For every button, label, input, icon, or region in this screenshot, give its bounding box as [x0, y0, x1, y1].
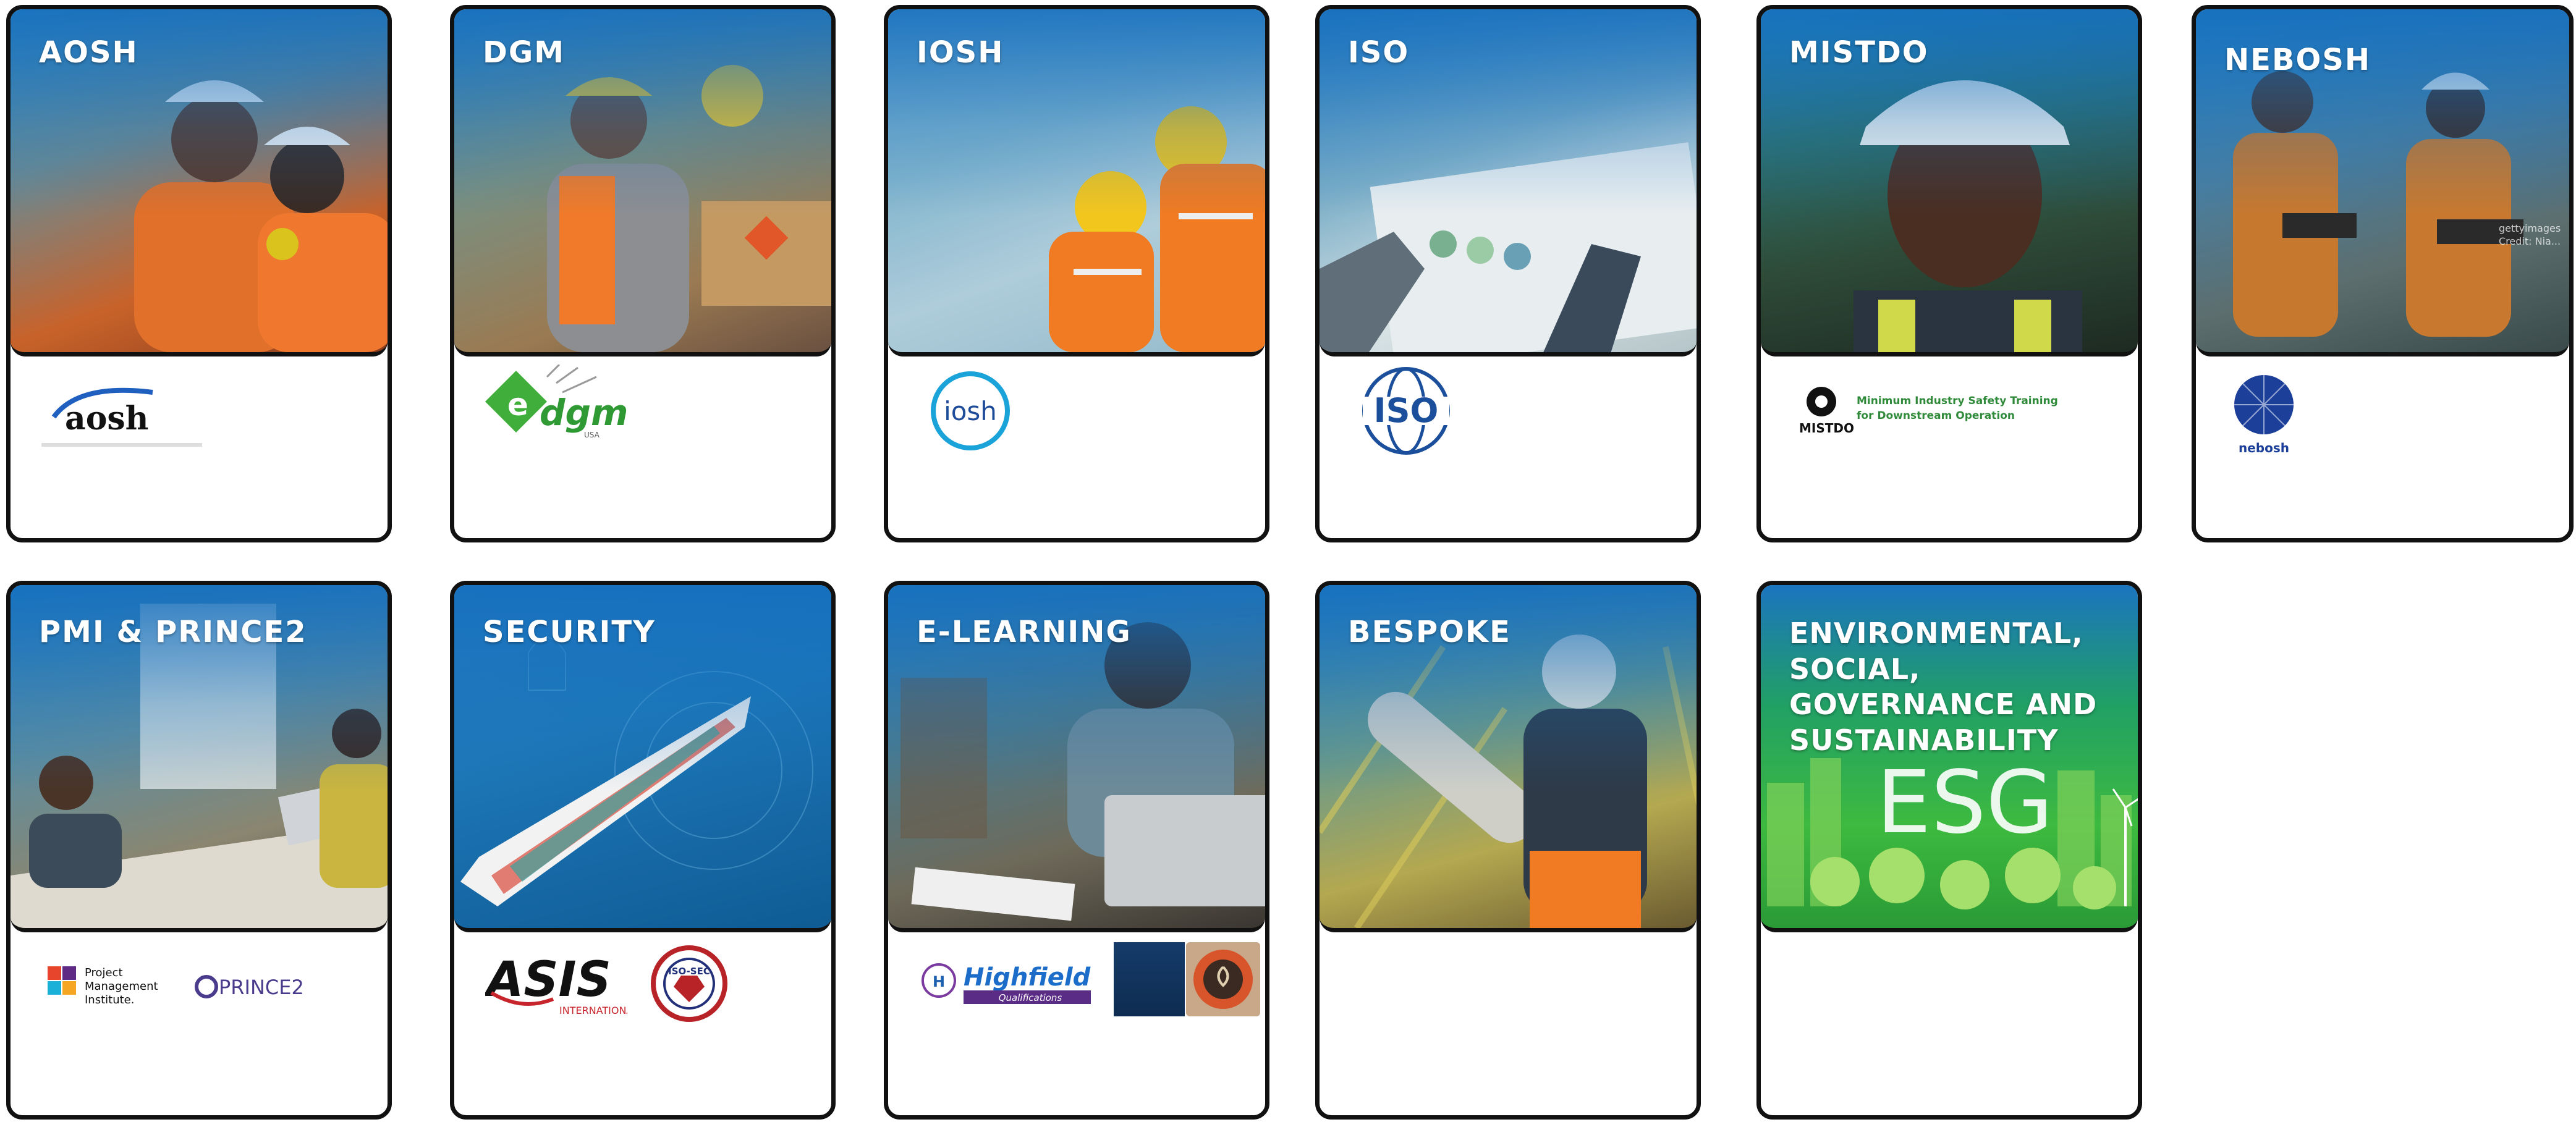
aosh-logo: aosh — [41, 374, 221, 448]
card-title: SECURITY — [483, 615, 656, 649]
card-image-security: SECURITY — [454, 585, 831, 932]
card-title: BESPOKE — [1348, 615, 1511, 649]
card-title: IOSH — [917, 35, 1004, 70]
course-card-bespoke[interactable]: BESPOKE — [1315, 581, 1701, 1120]
celtic-triskele-thumbnail — [1114, 942, 1185, 1016]
course-card-e-learning[interactable]: E-LEARNING H Highfield Qualifications — [884, 581, 1269, 1120]
course-card-pmi-prince2[interactable]: PMI & PRINCE2 Project Management Institu… — [6, 581, 392, 1120]
dgm-logo: e dgm USA — [479, 363, 640, 445]
aosh-logo-text: aosh — [65, 400, 148, 437]
asis-logo-sub: INTERNATIONAL — [559, 1005, 627, 1016]
card-title: MISTDO — [1789, 35, 1929, 70]
highfield-logo-sub: Qualifications — [999, 992, 1062, 1003]
card-image-dgm: DGM — [454, 9, 831, 356]
highfield-logo-text: Highfield — [964, 963, 1091, 992]
mistdo-logo-line2: for Downstream Operation — [1857, 410, 2015, 422]
iso-logo-text: ISO — [1374, 391, 1439, 430]
pmi-logo-line1: Project — [85, 966, 123, 979]
asis-logo: ASIS INTERNATIONAL — [483, 950, 638, 1024]
course-card-iosh[interactable]: IOSH iosh — [884, 5, 1269, 542]
card-image-mistdo: MISTDO — [1761, 9, 2138, 356]
svg-text:e: e — [507, 387, 528, 423]
card-title: NEBOSH — [2224, 43, 2371, 77]
prince2-logo: PRINCE2 — [193, 968, 335, 1005]
card-image-aosh: AOSH — [11, 9, 388, 356]
pmi-logo-line3: Institute. — [85, 993, 134, 1006]
prince2-logo-text: PRINCE2 — [219, 976, 304, 999]
triskele-icon — [1186, 942, 1260, 1016]
pmi-logo: Project Management Institute. — [41, 959, 177, 1014]
esg-image-text: ESG — [1876, 753, 2053, 853]
card-image-iosh: IOSH — [888, 9, 1265, 356]
card-image-iso: ISO — [1320, 9, 1697, 356]
pmi-logo-line2: Management — [85, 980, 158, 993]
card-title: DGM — [483, 35, 566, 70]
svg-text:H: H — [933, 973, 945, 990]
dgm-logo-text: dgm — [540, 392, 628, 434]
nebosh-logo-text: nebosh — [2239, 441, 2289, 455]
dgm-logo-sub: USA — [584, 431, 600, 439]
course-card-aosh[interactable]: AOSH aosh — [6, 5, 392, 542]
card-image-pmi-prince2: PMI & PRINCE2 — [11, 585, 388, 932]
card-image-nebosh: NEBOSH gettyimages Credit: Nia... — [2196, 9, 2569, 356]
iosh-logo: iosh — [928, 371, 1021, 451]
course-card-security[interactable]: SECURITY ASIS INTERNATIONAL ISO-SEC — [450, 581, 836, 1120]
card-image-esg: ESG ENVIRONMENTAL, SOCIAL, GOVERNANCE AN… — [1761, 585, 2138, 932]
card-title: E-LEARNING — [917, 615, 1132, 649]
nebosh-logo: nebosh — [2227, 371, 2313, 457]
image-watermark: gettyimages Credit: Nia... — [2499, 222, 2561, 247]
mistdo-logo-line1: Minimum Industry Safety Training — [1857, 395, 2057, 407]
card-title: ENVIRONMENTAL, SOCIAL, GOVERNANCE AND SU… — [1789, 617, 2098, 757]
course-card-dgm[interactable]: DGM e dgm USA — [450, 5, 836, 542]
card-title: AOSH — [39, 35, 138, 70]
course-card-mistdo[interactable]: MISTDO MISTDO Minimum Industry Safety Tr… — [1756, 5, 2142, 542]
isosec-logo: ISO-SEC — [643, 943, 735, 1024]
iso-logo: ISO — [1354, 365, 1465, 457]
isosec-logo-text: ISO-SEC — [668, 966, 710, 977]
iosh-logo-text: iosh — [944, 396, 997, 426]
course-card-iso[interactable]: ISO ISO — [1315, 5, 1701, 542]
card-image-bespoke: BESPOKE — [1320, 585, 1697, 932]
card-title: PMI & PRINCE2 — [39, 615, 307, 649]
highfield-logo: H Highfield Qualifications — [919, 956, 1104, 1018]
card-title: ISO — [1348, 35, 1410, 70]
mistdo-logo-text: MISTDO — [1799, 421, 1854, 436]
course-card-esg[interactable]: ESG ENVIRONMENTAL, SOCIAL, GOVERNANCE AN… — [1756, 581, 2142, 1120]
card-image-e-learning: E-LEARNING — [888, 585, 1265, 932]
course-card-nebosh[interactable]: NEBOSH gettyimages Credit: Nia... nebosh — [2192, 5, 2574, 542]
mistdo-logo: MISTDO Minimum Industry Safety Training … — [1798, 383, 2058, 439]
